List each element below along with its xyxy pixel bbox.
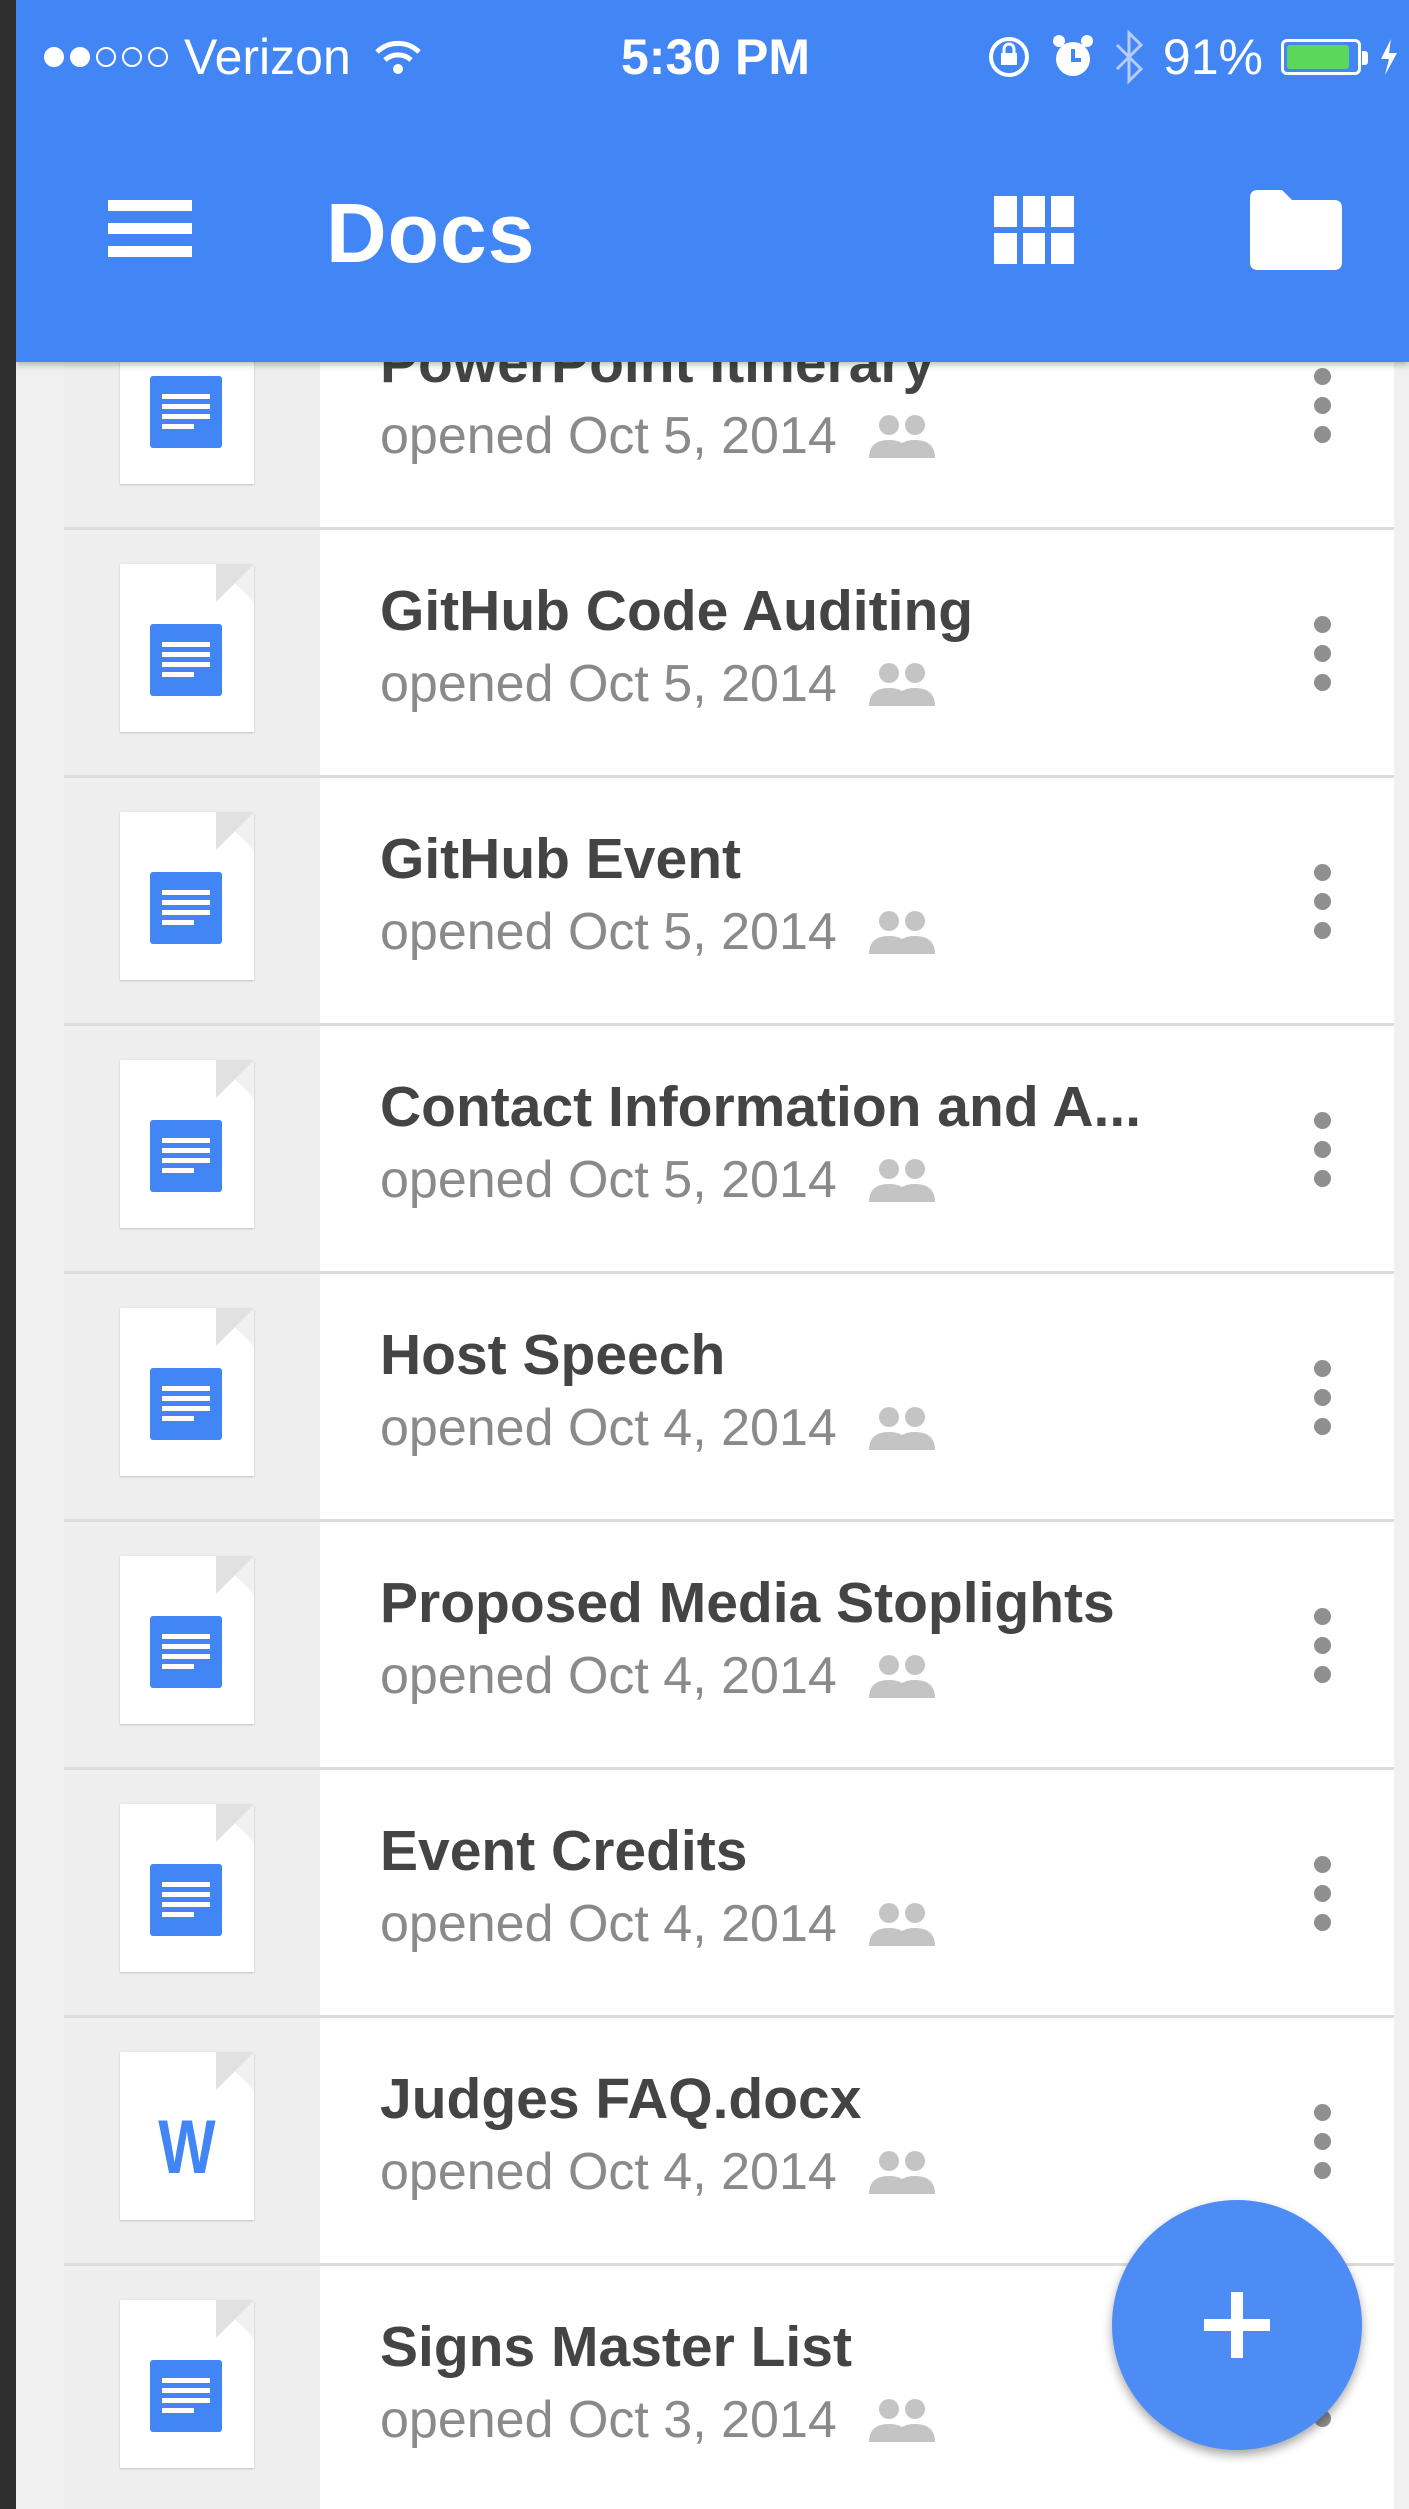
document-thumbnail xyxy=(64,316,320,527)
document-name: Event Credits xyxy=(380,1819,748,1883)
opened-date: opened Oct 4, 2014 xyxy=(380,1399,837,1457)
status-right: 91% xyxy=(985,28,1399,86)
opened-date: opened Oct 4, 2014 xyxy=(380,1895,837,1953)
app-bar: Verizon 5:30 PM 91% Docs xyxy=(16,0,1409,362)
document-meta: opened Oct 4, 2014 xyxy=(380,1646,939,1706)
more-options-icon[interactable] xyxy=(1310,2104,1334,2184)
status-bar: Verizon 5:30 PM 91% xyxy=(16,0,1409,110)
more-options-icon[interactable] xyxy=(1310,616,1334,696)
new-document-button[interactable] xyxy=(1112,2200,1362,2450)
document-row[interactable]: Host Speech opened Oct 4, 2014 xyxy=(64,1274,1394,1522)
document-meta: opened Oct 4, 2014 xyxy=(380,1894,939,1954)
more-options-icon[interactable] xyxy=(1310,1360,1334,1440)
battery-icon xyxy=(1281,39,1368,75)
document-row[interactable]: GitHub Event opened Oct 5, 2014 xyxy=(64,778,1394,1026)
charging-icon xyxy=(1381,39,1397,75)
document-thumbnail xyxy=(64,778,320,1023)
hamburger-menu-icon[interactable] xyxy=(108,200,192,264)
document-name: Proposed Media Stoplights xyxy=(380,1571,1115,1635)
bluetooth-icon xyxy=(1115,29,1144,85)
document-list: PowerPoint Itinerary opened Oct 5, 2014 Gi… xyxy=(64,316,1394,2509)
opened-date: opened Oct 4, 2014 xyxy=(380,1647,837,1705)
carrier-name: Verizon xyxy=(184,29,351,85)
more-options-icon[interactable] xyxy=(1310,1856,1334,1936)
phone-screen: Verizon 5:30 PM 91% Docs PowerPoint Itin… xyxy=(16,0,1409,2509)
document-meta: opened Oct 5, 2014 xyxy=(380,654,939,714)
document-name: GitHub Event xyxy=(380,827,742,891)
document-thumbnail xyxy=(64,1522,320,1767)
alarm-icon xyxy=(1052,35,1093,76)
document-meta: opened Oct 3, 2014 xyxy=(380,2390,939,2450)
document-name: Signs Master List xyxy=(380,2315,852,2379)
document-thumbnail xyxy=(64,1274,320,1519)
shared-people-icon xyxy=(868,911,935,954)
document-name: Judges FAQ.docx xyxy=(380,2067,862,2131)
shared-people-icon xyxy=(868,1903,935,1946)
document-row[interactable]: PowerPoint Itinerary opened Oct 5, 2014 xyxy=(64,316,1394,530)
opened-date: opened Oct 5, 2014 xyxy=(380,407,837,465)
document-name: GitHub Code Auditing xyxy=(380,579,974,643)
document-meta: opened Oct 4, 2014 xyxy=(380,1398,939,1458)
opened-date: opened Oct 3, 2014 xyxy=(380,2391,837,2449)
document-name: Contact Information and A... xyxy=(380,1075,1142,1139)
document-name: Host Speech xyxy=(380,1323,726,1387)
shared-people-icon xyxy=(868,2399,935,2442)
shared-people-icon xyxy=(868,663,935,706)
document-meta: opened Oct 4, 2014 xyxy=(380,2142,939,2202)
google-doc-icon xyxy=(120,564,254,732)
document-row[interactable]: GitHub Code Auditing opened Oct 5, 2014 xyxy=(64,530,1394,778)
document-row[interactable]: Contact Information and A... opened Oct 5… xyxy=(64,1026,1394,1274)
opened-date: opened Oct 4, 2014 xyxy=(380,2143,837,2201)
status-time: 5:30 PM xyxy=(621,29,810,85)
document-meta: opened Oct 5, 2014 xyxy=(380,406,939,466)
shared-people-icon xyxy=(868,2151,935,2194)
more-options-icon[interactable] xyxy=(1310,1112,1334,1192)
shared-people-icon xyxy=(868,1159,935,1202)
document-thumbnail: W xyxy=(64,2018,320,2263)
battery-percent: 91% xyxy=(1162,29,1263,85)
signal-strength-icon xyxy=(44,47,168,67)
document-thumbnail xyxy=(64,1770,320,2015)
document-meta: opened Oct 5, 2014 xyxy=(380,902,939,962)
google-doc-icon xyxy=(120,812,254,980)
grid-view-icon[interactable] xyxy=(994,196,1074,264)
document-thumbnail xyxy=(64,2266,320,2509)
google-doc-icon xyxy=(120,1060,254,1228)
more-options-icon[interactable] xyxy=(1310,1608,1334,1688)
shared-people-icon xyxy=(868,1407,935,1450)
more-options-icon[interactable] xyxy=(1310,864,1334,944)
opened-date: opened Oct 5, 2014 xyxy=(380,903,837,961)
folder-icon[interactable] xyxy=(1250,190,1342,270)
google-doc-icon xyxy=(120,1804,254,1972)
wifi-icon xyxy=(375,40,421,74)
google-doc-icon xyxy=(120,2300,254,2468)
rotation-lock-icon xyxy=(988,37,1029,77)
document-row[interactable]: Proposed Media Stoplights opened Oct 4, 2… xyxy=(64,1522,1394,1770)
carrier-info: Verizon xyxy=(44,28,423,86)
google-doc-icon xyxy=(120,1556,254,1724)
more-options-icon[interactable] xyxy=(1310,368,1334,448)
shared-people-icon xyxy=(868,415,935,458)
document-thumbnail xyxy=(64,530,320,775)
google-doc-icon xyxy=(120,1308,254,1476)
shared-people-icon xyxy=(868,1655,935,1698)
word-file-icon: W xyxy=(120,2052,254,2220)
document-thumbnail xyxy=(64,1026,320,1271)
document-row[interactable]: Event Credits opened Oct 4, 2014 xyxy=(64,1770,1394,2018)
app-title: Docs xyxy=(326,186,536,280)
opened-date: opened Oct 5, 2014 xyxy=(380,655,837,713)
document-meta: opened Oct 5, 2014 xyxy=(380,1150,939,1210)
opened-date: opened Oct 5, 2014 xyxy=(380,1151,837,1209)
